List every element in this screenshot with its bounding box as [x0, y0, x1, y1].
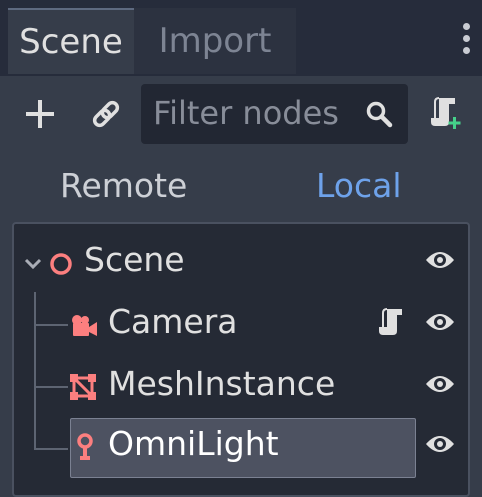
node-name: Scene	[84, 240, 185, 279]
eye-icon[interactable]	[424, 432, 456, 456]
omni-light-icon	[77, 433, 93, 460]
node-name: OmniLight	[108, 424, 279, 463]
filter-nodes-input[interactable]	[153, 90, 363, 136]
remote-local-switch: Remote Local	[0, 152, 482, 218]
node-name: Camera	[108, 302, 238, 341]
instance-scene-button[interactable]	[86, 96, 126, 132]
tree-item-scene[interactable]: Scene	[14, 234, 468, 294]
tree-item-meshinstance[interactable]: MeshInstance	[14, 358, 468, 418]
tab-scene[interactable]: Scene	[8, 8, 134, 74]
tab-scene-label: Scene	[19, 22, 123, 62]
dock-tab-bar: Scene Import	[0, 0, 482, 76]
plus-icon	[26, 100, 54, 128]
add-node-button[interactable]	[20, 96, 60, 132]
attach-script-button[interactable]	[426, 92, 466, 134]
kebab-menu-icon[interactable]	[456, 20, 476, 60]
remote-button[interactable]: Remote	[60, 166, 187, 205]
tab-import[interactable]: Import	[134, 8, 296, 74]
spatial-icon	[50, 253, 72, 275]
scene-tree: Scene Camera MeshInstance OmniLight	[12, 222, 470, 497]
eye-icon[interactable]	[424, 310, 456, 334]
local-button[interactable]: Local	[316, 166, 402, 205]
tab-import-label: Import	[158, 21, 272, 61]
script-icon[interactable]	[378, 306, 406, 338]
scene-toolbar	[0, 76, 482, 152]
eye-icon[interactable]	[424, 372, 456, 396]
tree-item-omnilight[interactable]: OmniLight	[14, 418, 468, 478]
eye-icon[interactable]	[424, 248, 456, 272]
tree-item-camera[interactable]: Camera	[14, 296, 468, 356]
link-icon	[92, 100, 120, 128]
camera-icon	[72, 315, 97, 336]
add-script-icon	[431, 97, 461, 129]
mesh-instance-icon	[70, 374, 96, 400]
node-name: MeshInstance	[108, 364, 336, 403]
search-icon	[366, 101, 393, 128]
chevron-down-icon[interactable]	[24, 258, 42, 270]
filter-nodes-field[interactable]	[141, 84, 408, 144]
